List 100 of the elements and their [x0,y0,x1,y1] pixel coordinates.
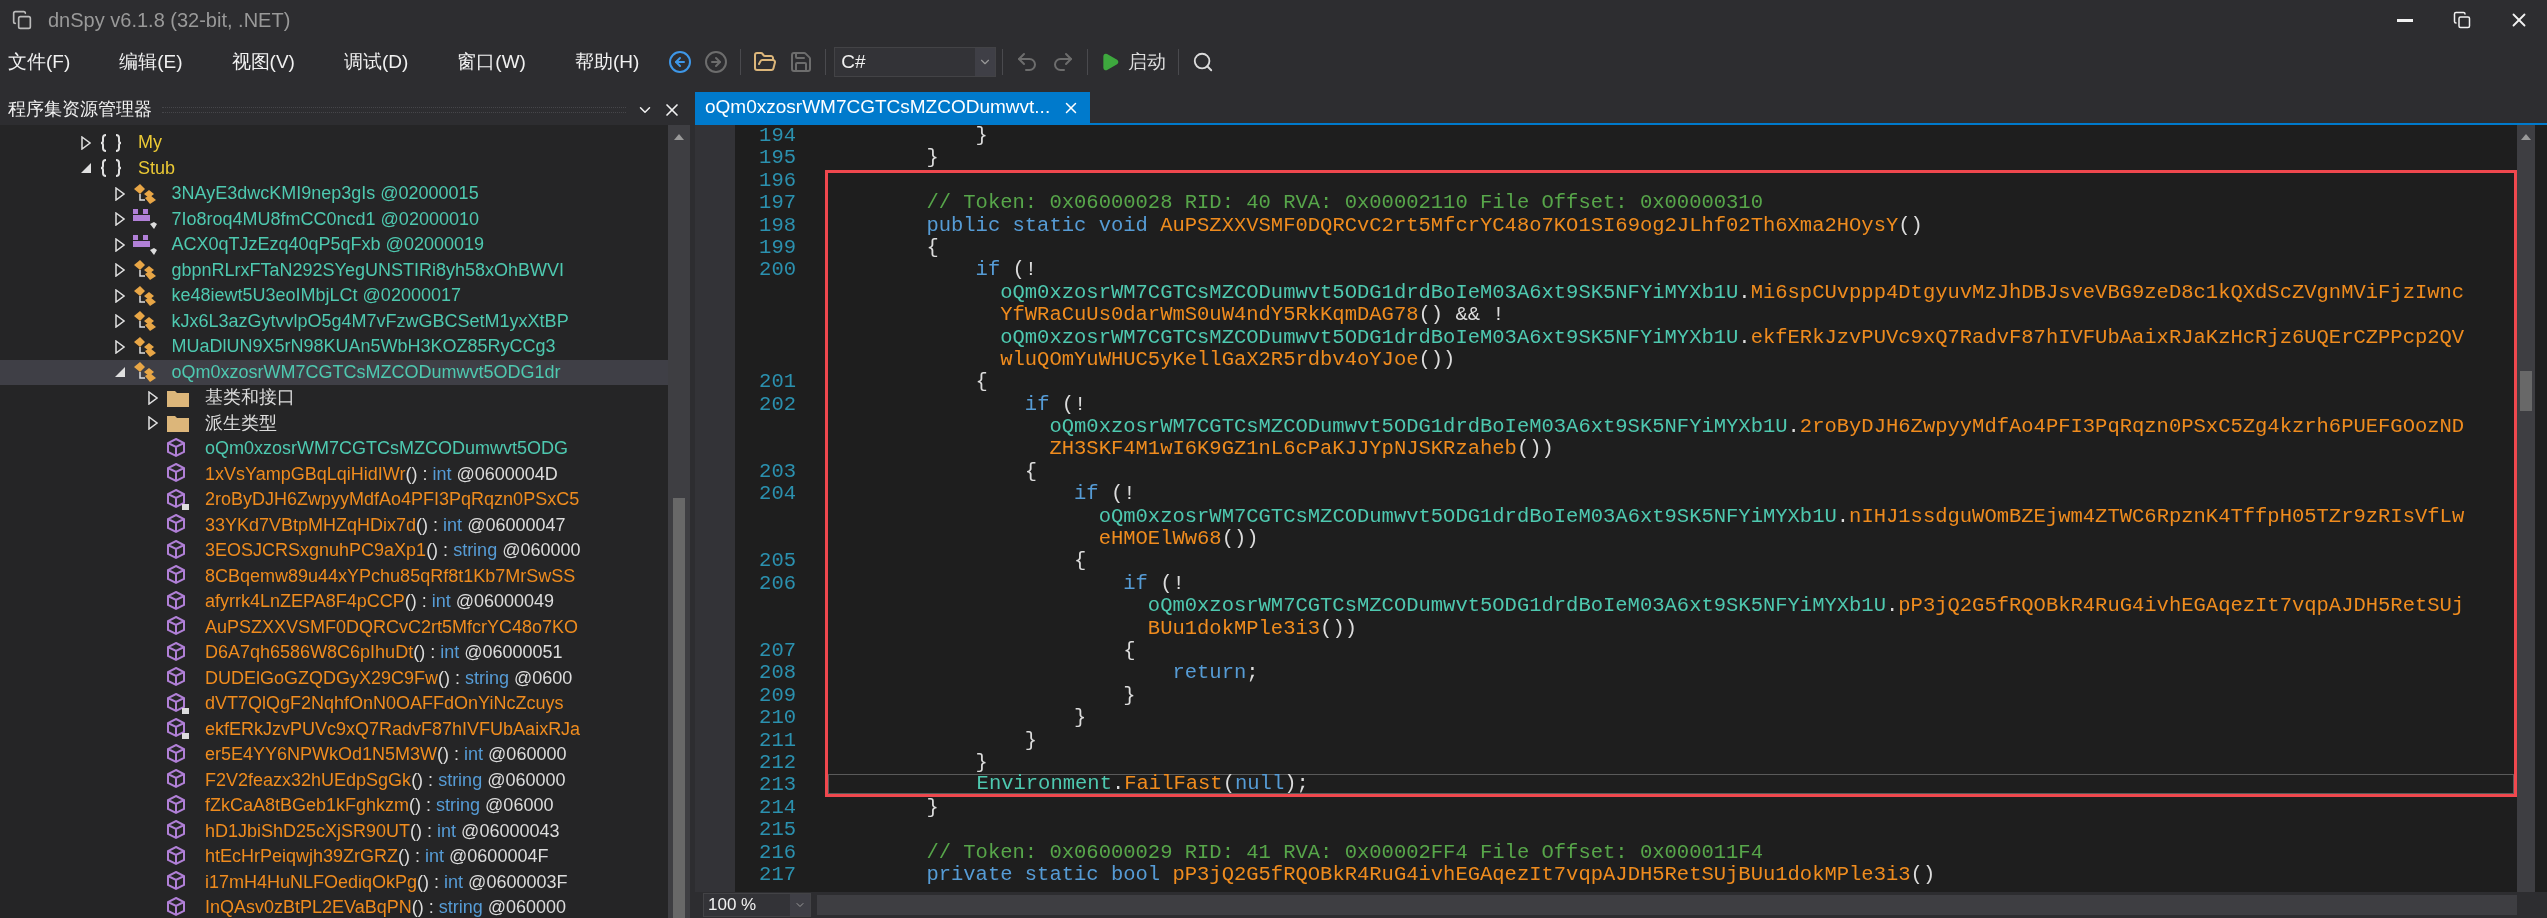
tree-item[interactable]: DUDElGoGZQDGyX29C9Fw() : string @0600 [0,665,668,691]
block-stack-icon [131,208,158,231]
tree-item[interactable]: 7Io8roq4MU8fmCC0ncd1 @02000010 [0,206,668,232]
code-line: Environment.FailFast(null); [976,772,1309,796]
collapsed-arrow-icon[interactable] [114,212,125,227]
restore-icon [2452,11,2471,29]
line-number: 199 [759,236,796,260]
back-icon [668,50,693,74]
collapsed-arrow-icon[interactable] [114,339,125,354]
collapsed-arrow-icon[interactable] [114,288,125,303]
code-line: } [926,147,939,170]
expanded-arrow-icon[interactable] [80,162,92,175]
member-label: 1xVsYampGBqLqiHidIWr() : int @0600004D [205,462,558,486]
code-line: } [1123,684,1136,708]
tree-item[interactable]: 2roByDJH6ZwpyyMdfAo4PFI3PqRqzn0PSxC5 [0,487,668,513]
line-number: 194 [759,125,796,148]
code-line: oQm0xzosrWM7CGTCsMZCODumwvt5ODG1drdBoIeM03A6xt9SK5NFYiMYXb1U.nIHJ1ssdguWOmBZEjwm4ZTWC6RpznK4TffpH05TZr9zRIsVfLw [1098,505,2465,529]
tree-item[interactable]: afyrrk4LnZEPA8F4pCCP() : int @06000049 [0,589,668,615]
scrollbar[interactable] [2517,125,2535,892]
code-line: { [1123,640,1136,663]
menu-item[interactable]: 视图(V) [225,47,301,77]
tree-item[interactable]: F2V2feazx32hUEdpSgGk() : string @060000 [0,767,668,793]
scrollbar-thumb[interactable] [2520,371,2532,411]
forward-icon [704,50,729,74]
tree-item[interactable]: gbpnRLrxFTaN292SYegUNSTIRi8yh58xOhBWVI [0,257,668,283]
tree-item[interactable]: ACX0qTJzEzq40qP5qFxb @02000019 [0,232,668,258]
tree-item[interactable]: ke48iewt5U3eoIMbjLCt @02000017 [0,283,668,309]
line-number: 209 [759,684,796,708]
tree-item[interactable]: 3EOSJCRSxgnuhPC9aXp1() : string @060000 [0,538,668,564]
tree-item[interactable]: InQAsv0zBtPL2EVaBqPN() : string @060000 [0,895,668,918]
tree-item[interactable]: Stub [0,155,668,181]
code-line: oQm0xzosrWM7CGTCsMZCODumwvt5ODG1drdBoIeM03A6xt9SK5NFYiMYXb1U.2roByDJH6ZwpyyMdfAo4PFI3PqRqzn0PSxC5Zg4kzrh6PUEFGOozND [1049,416,2465,439]
code-line: if (! [1074,483,1136,506]
menu-item[interactable]: 帮助(H) [568,47,646,77]
scroll-up-icon[interactable] [2520,133,2532,141]
code-line: oQm0xzosrWM7CGTCsMZCODumwvt5ODG1drdBoIeM03A6xt9SK5NFYiMYXb1U.ekfERkJzvPUVc9xQ7RadvF87hIVFUbAaixRJaKzHcRjz6UQErCZPPcp2QV [1000,326,2465,349]
tree-item[interactable]: hD1JbiShD25cXjSR90UT() : int @06000043 [0,818,668,844]
line-number: 214 [759,796,796,820]
node-label: 基类和接口 [205,386,295,410]
tree-item[interactable]: AuPSZXXVSMF0DQRCvC2rt5MfcrYC48o7KO [0,614,668,640]
member-label: 8CBqemw89u44xYPchu85qRf8t1Kb7MrSwSS [205,564,576,588]
tree-item[interactable]: 1xVsYampGBqLqiHidIWr() : int @0600004D [0,461,668,487]
menu-item[interactable]: 编辑(E) [113,47,189,77]
scroll-up-icon[interactable] [673,133,685,141]
node-label: gbpnRLrxFTaN292SYegUNSTIRi8yh58xOhBWVI [171,258,565,282]
code-line: { [1074,550,1087,573]
code-line: } [926,796,939,820]
line-number: 205 [759,550,796,573]
line-number: 206 [759,572,796,596]
tree-item[interactable]: fZkCaA8tBGeb1kFghkzm() : string @06000 [0,793,668,819]
collapsed-arrow-icon[interactable] [148,390,158,405]
collapsed-arrow-icon[interactable] [114,263,125,278]
scrollbar[interactable] [668,125,690,918]
node-label: 派生类型 [205,411,277,435]
tree-item[interactable]: oQm0xzosrWM7CGTCsMZCODumwvt5ODG [0,436,668,462]
tree-item[interactable]: oQm0xzosrWM7CGTCsMZCODumwvt5ODG1dr [0,359,668,385]
collapsed-arrow-icon[interactable] [114,314,125,329]
menu-item[interactable]: 调试(D) [337,47,415,77]
language-dropdown[interactable]: C# [834,47,997,77]
expanded-arrow-icon[interactable] [113,366,126,379]
tree-item[interactable]: 8CBqemw89u44xYPchu85qRf8t1Kb7MrSwSS [0,563,668,589]
tree-item[interactable]: kJx6L3azGytvvlpO5g4M7vFzwGBCSetM1yxXtBP [0,308,668,334]
zoom-dropdown[interactable]: 100 % [703,893,811,917]
menu-item[interactable]: 文件(F) [2,47,77,77]
line-number: 201 [759,371,796,394]
tree-item[interactable]: My [0,130,668,156]
collapsed-arrow-icon[interactable] [81,135,91,150]
tree-item[interactable]: dVT7QlQgF2NqhfOnN0OAFFdOnYiNcZcuys [0,691,668,717]
line-number: 212 [759,751,796,775]
run-button[interactable]: 启动 [1094,44,1173,80]
tree-item[interactable]: MUaDlUN9X5rN98KUAn5WbH3KOZ85RyCCg3 [0,334,668,360]
menu-item[interactable]: 窗口(W) [451,47,532,77]
collapsed-arrow-icon[interactable] [114,237,125,252]
tree-item[interactable]: 基类和接口 [0,385,668,411]
line-number: 200 [759,259,796,282]
window-title: dnSpy v6.1.8 (32-bit, .NET) [48,8,291,33]
member-label: er5E4YY6NPWkOd1N5M3W() : int @060000 [205,743,567,767]
code-line: return; [1172,662,1259,685]
code-line: } [1024,729,1038,752]
member-label: ekfERkJzvPUVc9xQ7RadvF87hIVFUbAaixRJa [205,717,581,741]
node-label: ACX0qTJzEzq40qP5qFxb @02000019 [171,233,484,257]
code-line: } [975,751,988,774]
tree-item[interactable]: htEcHrPeiqwjh39ZrGRZ() : int @0600004F [0,844,668,870]
scrollbar-thumb[interactable] [673,498,685,918]
tree-item[interactable]: ekfERkJzvPUVc9xQ7RadvF87hIVFUbAaixRJa [0,716,668,742]
collapsed-arrow-icon[interactable] [148,416,158,431]
tree-item[interactable]: 3NAyE3dwcKMI9nep3gIs @02000015 [0,181,668,207]
panel-title: 程序集资源管理器 [8,98,152,121]
tree-item[interactable]: 派生类型 [0,410,668,436]
tree-item[interactable]: 33YKd7VBtpMHZqHDix7d() : int @06000047 [0,512,668,538]
tree-item[interactable]: i17mH4HuNLFOediqOkPg() : int @0600003F [0,869,668,895]
editor-tab[interactable]: oQm0xzosrWM7CGTCsMZCODumwvt... [695,92,1091,123]
member-label: DUDElGoGZQDGyX29C9Fw() : string @0600 [205,666,573,690]
code-line: if (! [1123,572,1185,596]
member-label: i17mH4HuNLFOediqOkPg() : int @0600003F [205,870,568,894]
collapsed-arrow-icon[interactable] [114,186,125,201]
tree-item[interactable]: er5E4YY6NPWkOd1N5M3W() : int @060000 [0,742,668,768]
tree-item[interactable]: D6A7qh6586W8C6pIhuDt() : int @06000051 [0,640,668,666]
code-line: BUu1dokMPle3i3()) [1147,617,1357,640]
code-line: if (! [1024,393,1087,417]
